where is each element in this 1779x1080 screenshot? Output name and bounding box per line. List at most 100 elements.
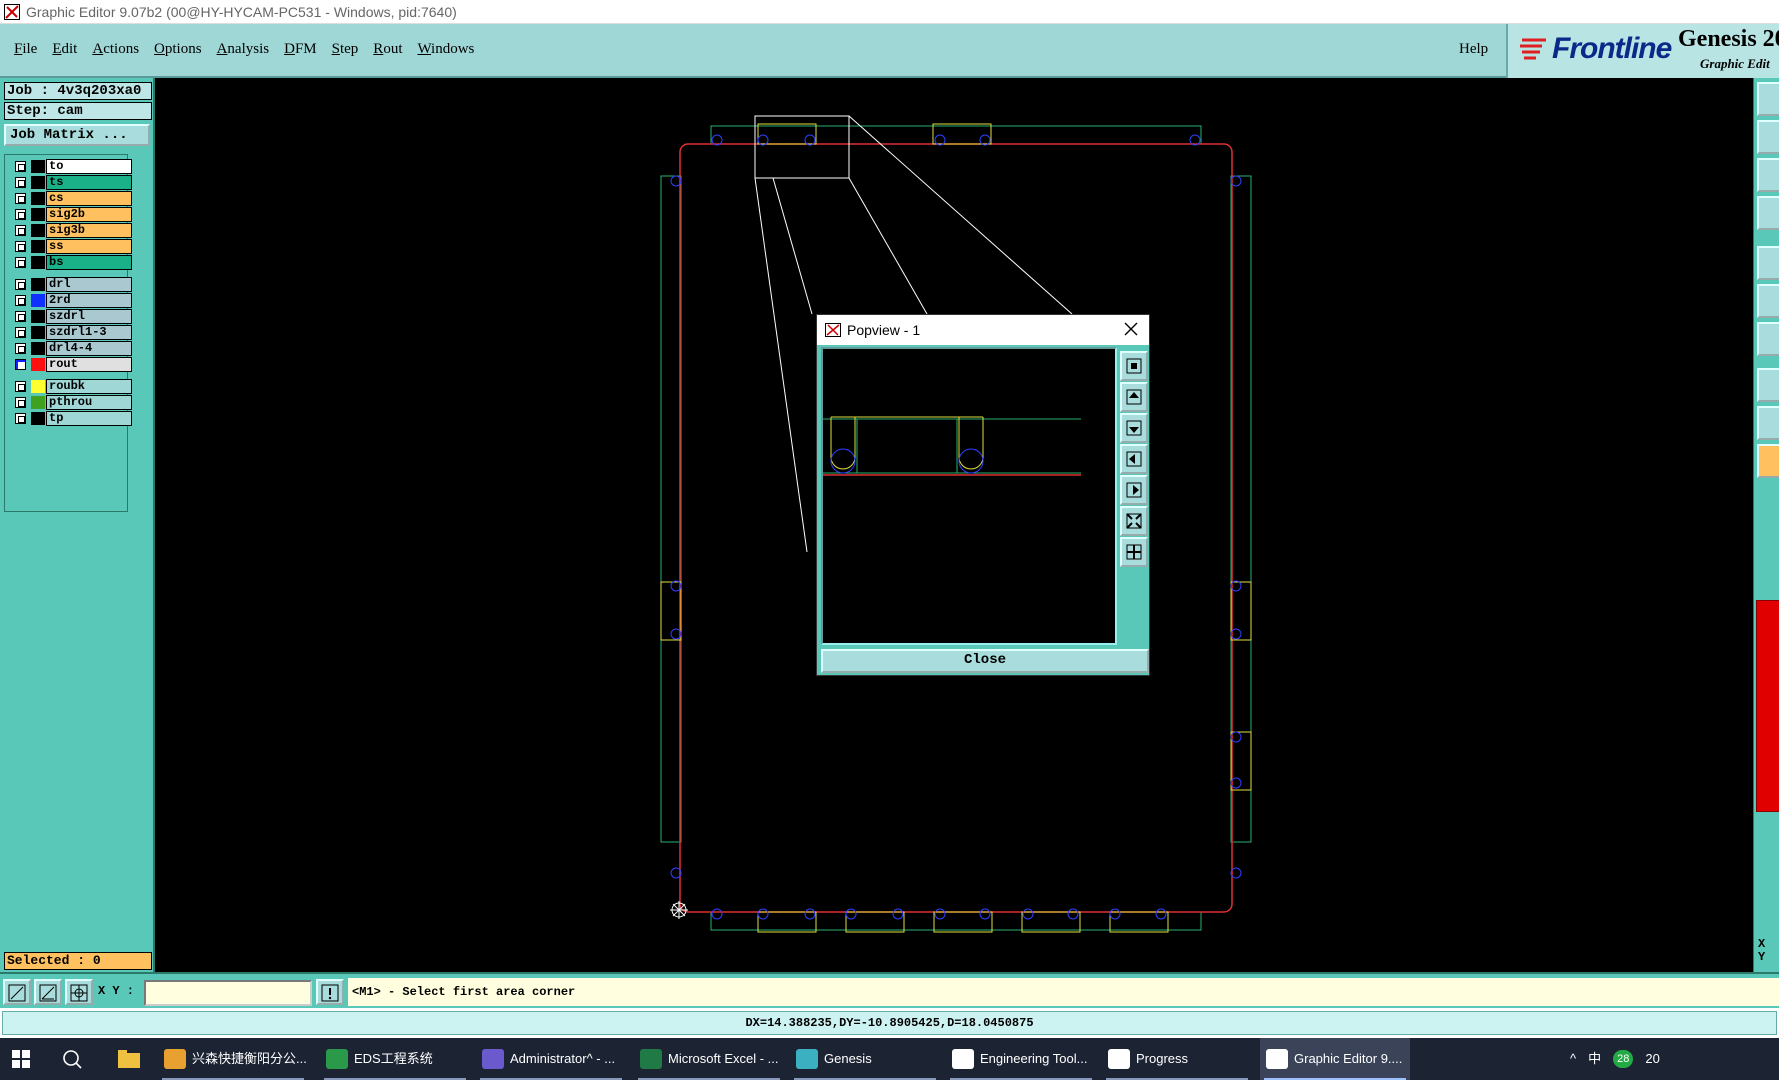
layer-row-tp[interactable]: tp (9, 411, 132, 426)
layer-color-swatch[interactable] (31, 294, 45, 307)
popview-canvas[interactable] (821, 347, 1117, 645)
layer-color-swatch[interactable] (31, 208, 45, 221)
tray-chevron[interactable]: ^ (1570, 1038, 1576, 1080)
layer-color-swatch[interactable] (31, 160, 45, 173)
layer-checkbox[interactable] (15, 381, 26, 392)
menu-windows[interactable]: Windows (417, 41, 474, 58)
layer-row-drl[interactable]: drl (9, 277, 132, 292)
popview-close-button[interactable]: Close (821, 649, 1149, 673)
menu-dfm[interactable]: DFM (284, 41, 317, 58)
layer-row-rout[interactable]: rout (9, 357, 132, 372)
xy-input[interactable] (144, 980, 312, 1006)
layer-color-swatch[interactable] (31, 358, 45, 371)
taskbar-item[interactable]: EDS工程系统 (320, 1038, 470, 1080)
layer-checkbox[interactable] (15, 193, 26, 204)
menu-help[interactable]: Help (1459, 41, 1488, 58)
layer-name[interactable]: drl (46, 277, 132, 292)
layer-row-to[interactable]: to (9, 159, 132, 174)
menu-options[interactable]: Options (154, 41, 202, 58)
tray-clock[interactable]: 20 (1645, 1038, 1659, 1080)
layer-checkbox[interactable] (15, 295, 26, 306)
tray-ime[interactable]: 中 (1588, 1038, 1601, 1080)
layer-checkbox[interactable] (15, 413, 26, 424)
layer-name[interactable]: pthrou (46, 395, 132, 410)
layer-color-swatch[interactable] (31, 412, 45, 425)
layer-color-swatch[interactable] (31, 278, 45, 291)
taskbar-item[interactable]: Administrator^ - ... (476, 1038, 626, 1080)
right-tool-2[interactable] (1757, 120, 1779, 154)
grid-mode-button[interactable] (65, 979, 93, 1005)
layer-checkbox[interactable] (15, 311, 26, 322)
layer-name[interactable]: ts (46, 175, 132, 190)
menu-actions[interactable]: Actions (92, 41, 139, 58)
alert-button[interactable] (316, 979, 344, 1005)
layer-checkbox[interactable] (15, 279, 26, 290)
taskbar-item[interactable]: Progress (1102, 1038, 1252, 1080)
layer-color-swatch[interactable] (31, 380, 45, 393)
layer-name[interactable]: bs (46, 255, 132, 270)
menu-step[interactable]: Step (332, 41, 359, 58)
layer-checkbox[interactable] (15, 225, 26, 236)
layer-row-cs[interactable]: cs (9, 191, 132, 206)
layer-color-swatch[interactable] (31, 224, 45, 237)
snap-mode-button[interactable] (3, 979, 31, 1005)
right-tool-9[interactable] (1757, 406, 1779, 440)
layer-checkbox[interactable] (15, 161, 26, 172)
layer-color-swatch[interactable] (31, 396, 45, 409)
layer-name[interactable]: 2rd (46, 293, 132, 308)
pan-left-button[interactable] (1120, 444, 1148, 474)
right-tool-7[interactable] (1757, 322, 1779, 356)
layer-checkbox[interactable] (15, 359, 26, 370)
layer-name[interactable]: ss (46, 239, 132, 254)
file-explorer-icon[interactable] (118, 1050, 140, 1068)
menu-edit[interactable]: Edit (52, 41, 77, 58)
pan-down-button[interactable] (1120, 413, 1148, 443)
right-tool-1[interactable] (1757, 82, 1779, 116)
right-tool-4[interactable] (1757, 196, 1779, 230)
layer-checkbox[interactable] (15, 209, 26, 220)
right-tool-3[interactable] (1757, 158, 1779, 192)
layer-checkbox[interactable] (15, 241, 26, 252)
layer-row-szdrl[interactable]: szdrl (9, 309, 132, 324)
layer-checkbox[interactable] (15, 177, 26, 188)
taskbar-item[interactable]: Microsoft Excel - ... (634, 1038, 784, 1080)
layer-name[interactable]: cs (46, 191, 132, 206)
menu-file[interactable]: File (14, 41, 37, 58)
taskbar-item[interactable]: Graphic Editor 9.... (1260, 1038, 1410, 1080)
taskbar-item[interactable]: Genesis (790, 1038, 940, 1080)
layer-checkbox[interactable] (15, 257, 26, 268)
search-icon[interactable] (62, 1049, 82, 1069)
layer-row-pthrou[interactable]: pthrou (9, 395, 132, 410)
layer-color-swatch[interactable] (31, 240, 45, 253)
right-tool-select[interactable] (1757, 444, 1779, 478)
layer-checkbox[interactable] (15, 397, 26, 408)
layer-row-ts[interactable]: ts (9, 175, 132, 190)
pan-right-button[interactable] (1120, 475, 1148, 505)
layer-row-ss[interactable]: ss (9, 239, 132, 254)
tray-badge[interactable]: 28 (1613, 1050, 1634, 1068)
angle-mode-button[interactable] (34, 979, 62, 1005)
layer-name[interactable]: sig2b (46, 207, 132, 222)
layer-row-drl4-4[interactable]: drl4-4 (9, 341, 132, 356)
right-tool-6[interactable] (1757, 284, 1779, 318)
layer-name[interactable]: roubk (46, 379, 132, 394)
taskbar-item[interactable]: 兴森快捷衡阳分公... (158, 1038, 308, 1080)
taskbar-item[interactable]: Engineering Tool... (946, 1038, 1096, 1080)
layer-color-swatch[interactable] (31, 256, 45, 269)
pan-up-button[interactable] (1120, 382, 1148, 412)
layer-name[interactable]: tp (46, 411, 132, 426)
right-tool-8[interactable] (1757, 368, 1779, 402)
layer-row-roubk[interactable]: roubk (9, 379, 132, 394)
layer-row-sig3b[interactable]: sig3b (9, 223, 132, 238)
layer-checkbox[interactable] (15, 327, 26, 338)
layer-color-swatch[interactable] (31, 192, 45, 205)
layer-row-szdrl1-3[interactable]: szdrl1-3 (9, 325, 132, 340)
close-icon[interactable] (1121, 319, 1141, 339)
layer-name[interactable]: rout (46, 357, 132, 372)
menu-rout[interactable]: Rout (373, 41, 402, 58)
layer-row-sig2b[interactable]: sig2b (9, 207, 132, 222)
layer-color-swatch[interactable] (31, 342, 45, 355)
layer-name[interactable]: szdrl (46, 309, 132, 324)
layer-color-swatch[interactable] (31, 310, 45, 323)
menu-analysis[interactable]: Analysis (217, 41, 270, 58)
